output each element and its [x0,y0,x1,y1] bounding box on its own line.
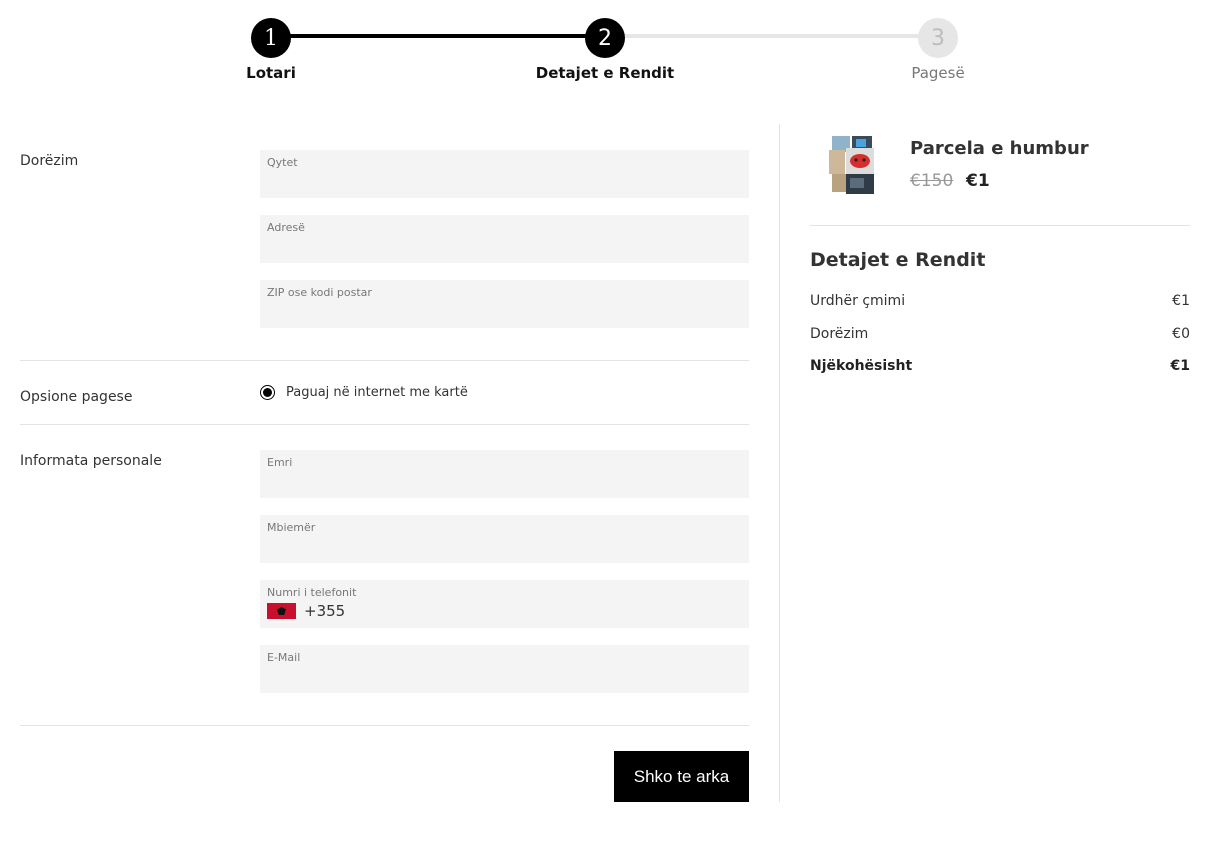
summary-row-total: Njëkohësisht €1 [810,358,1190,374]
name-field[interactable]: Emri [260,450,749,498]
summary-divider [810,225,1190,226]
email-placeholder: E-Mail [267,651,301,664]
summary-row-delivery: Dorëzim €0 [810,326,1190,342]
product-new-price: €1 [966,171,990,191]
step-1-circle: 1 [251,18,291,58]
step-3-circle: 3 [918,18,958,58]
albania-flag-icon [267,603,296,619]
section-divider [20,360,749,361]
summary-row-label: Njëkohësisht [810,358,913,374]
go-to-checkout-button[interactable]: Shko te arka [614,751,749,802]
product-title: Parcela e humbur [910,138,1089,159]
payment-option-label: Paguaj në internet me kartë [286,385,468,400]
step-progress-line-done [271,34,605,38]
checkout-stepper: 1 2 3 Lotari Detajet e Rendit Pagesë [0,0,1226,100]
phone-country-selector[interactable]: +355 [267,602,345,620]
email-field[interactable]: E-Mail [260,645,749,693]
section-divider [20,725,749,726]
order-details-title: Detajet e Rendit [810,249,986,271]
section-divider [20,424,749,425]
step-2-circle: 2 [585,18,625,58]
delivery-section-label: Dorëzim [20,153,79,169]
address-field[interactable]: Adresë [260,215,749,263]
summary-row-label: Dorëzim [810,326,869,342]
payment-option-card[interactable]: Paguaj në internet me kartë [260,385,468,400]
address-placeholder: Adresë [267,221,305,234]
zip-field[interactable]: ZIP ose kodi postar [260,280,749,328]
personal-section-label: Informata personale [20,453,162,469]
summary-row-value: €0 [1172,326,1190,342]
phone-field[interactable]: Numri i telefonit +355 [260,580,749,628]
step-3-label: Pagesë [911,64,965,82]
step-progress-line-pending [605,34,938,38]
summary-row-value: €1 [1170,358,1190,374]
product-thumbnail [826,134,876,196]
payment-section-label: Opsione pagese [20,389,133,405]
summary-row-order-price: Urdhër çmimi €1 [810,293,1190,309]
summary-row-label: Urdhër çmimi [810,293,906,309]
city-placeholder: Qytet [267,156,298,169]
surname-field[interactable]: Mbiemër [260,515,749,563]
step-1-label[interactable]: Lotari [246,64,296,82]
name-placeholder: Emri [267,456,293,469]
column-separator [779,124,780,802]
phone-placeholder: Numri i telefonit [267,586,357,599]
city-field[interactable]: Qytet [260,150,749,198]
phone-country-code: +355 [304,602,346,620]
product-old-price: €150 [910,171,954,191]
summary-row-value: €1 [1172,293,1190,309]
payment-radio-selected[interactable] [260,385,275,400]
step-2-label: Detajet e Rendit [535,64,675,82]
surname-placeholder: Mbiemër [267,521,316,534]
zip-placeholder: ZIP ose kodi postar [267,286,372,299]
